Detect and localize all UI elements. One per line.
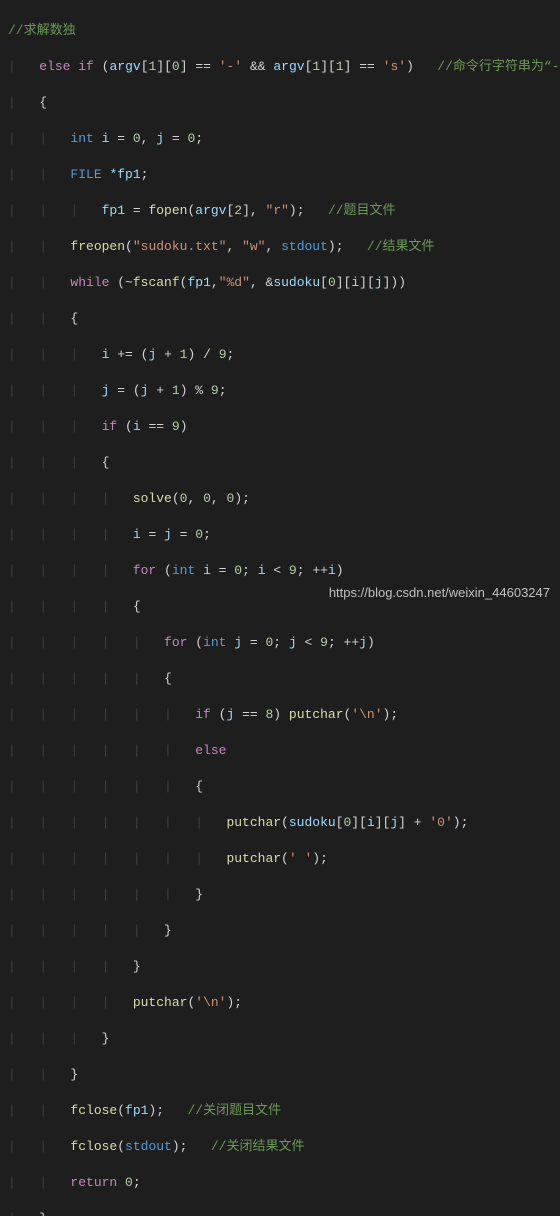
code-line: | | return 0; bbox=[8, 1174, 560, 1192]
func-fscanf: fscanf bbox=[133, 275, 180, 290]
identifier: argv bbox=[109, 59, 140, 74]
code-line: | } bbox=[8, 1210, 560, 1216]
code-line: | | freopen("sudoku.txt", "w", stdout); … bbox=[8, 238, 560, 256]
keyword-if: if bbox=[102, 419, 118, 434]
code-line: | else if (argv[1][0] == '-' && argv[1][… bbox=[8, 58, 560, 76]
code-line: //求解数独 bbox=[8, 22, 560, 40]
const-stdout: stdout bbox=[281, 239, 328, 254]
func-fopen: fopen bbox=[148, 203, 187, 218]
keyword-while: while bbox=[70, 275, 109, 290]
keyword-if: if bbox=[78, 59, 94, 74]
type-int: int bbox=[70, 131, 93, 146]
code-line: | | | } bbox=[8, 1030, 560, 1048]
keyword-else: else bbox=[195, 743, 226, 758]
comment: //题目文件 bbox=[328, 203, 396, 218]
code-line: | | fclose(stdout); //关闭结果文件 bbox=[8, 1138, 560, 1156]
code-editor: //求解数独 | else if (argv[1][0] == '-' && a… bbox=[0, 0, 560, 1216]
func-fclose: fclose bbox=[70, 1103, 117, 1118]
code-line: | | | | | | | putchar(' '); bbox=[8, 850, 560, 868]
func-freopen: freopen bbox=[70, 239, 125, 254]
const-stdout: stdout bbox=[125, 1139, 172, 1154]
code-line: | | FILE *fp1; bbox=[8, 166, 560, 184]
code-line: | | } bbox=[8, 1066, 560, 1084]
func-putchar: putchar bbox=[289, 707, 344, 722]
keyword-return: return bbox=[70, 1175, 117, 1190]
comment: //结果文件 bbox=[367, 239, 435, 254]
keyword-else: else bbox=[39, 59, 70, 74]
code-line: | | | | | | { bbox=[8, 778, 560, 796]
type-file: FILE bbox=[70, 167, 101, 182]
code-line: | | { bbox=[8, 310, 560, 328]
code-line: | | fclose(fp1); //关闭题目文件 bbox=[8, 1102, 560, 1120]
func-solve: solve bbox=[133, 491, 172, 506]
comment: //求解数独 bbox=[8, 23, 76, 38]
code-line: | | | j = (j + 1) % 9; bbox=[8, 382, 560, 400]
code-line: | | | | for (int i = 0; i < 9; ++i) bbox=[8, 562, 560, 580]
code-line: | | | fp1 = fopen(argv[2], "r"); //题目文件 bbox=[8, 202, 560, 220]
code-line: | | while (~fscanf(fp1,"%d", &sudoku[0][… bbox=[8, 274, 560, 292]
code-line: | | | if (i == 9) bbox=[8, 418, 560, 436]
keyword-for: for bbox=[133, 563, 156, 578]
code-line: | | int i = 0, j = 0; bbox=[8, 130, 560, 148]
code-line: | | | | | for (int j = 0; j < 9; ++j) bbox=[8, 634, 560, 652]
code-line: | | | | i = j = 0; bbox=[8, 526, 560, 544]
comment: //关闭结果文件 bbox=[211, 1139, 305, 1154]
code-line: | | | | | | else bbox=[8, 742, 560, 760]
watermark: https://blog.csdn.net/weixin_44603247 bbox=[329, 584, 550, 602]
code-line: | | | | solve(0, 0, 0); bbox=[8, 490, 560, 508]
code-line: | | | | putchar('\n'); bbox=[8, 994, 560, 1012]
code-line: | | | | } bbox=[8, 958, 560, 976]
func-putchar: putchar bbox=[133, 995, 188, 1010]
code-line: | | | | | | } bbox=[8, 886, 560, 904]
code-line: | | | | | } bbox=[8, 922, 560, 940]
comment: //命令行字符串为“-s” bbox=[437, 59, 560, 74]
code-line: | | | i += (j + 1) / 9; bbox=[8, 346, 560, 364]
comment: //关闭题目文件 bbox=[187, 1103, 281, 1118]
code-line: | | | | | | | putchar(sudoku[0][i][j] + … bbox=[8, 814, 560, 832]
keyword-for: for bbox=[164, 635, 187, 650]
code-line: | | | | | { bbox=[8, 670, 560, 688]
code-line: | | | | | | if (j == 8) putchar('\n'); bbox=[8, 706, 560, 724]
code-line: | | | { bbox=[8, 454, 560, 472]
code-line: | { bbox=[8, 94, 560, 112]
